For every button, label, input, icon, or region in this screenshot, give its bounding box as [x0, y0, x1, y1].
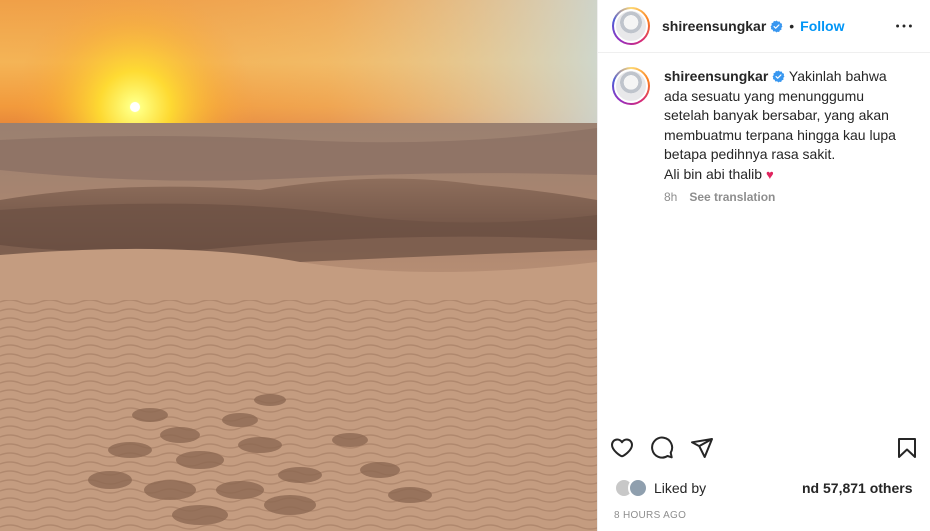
author-avatar[interactable] [612, 7, 650, 45]
post-header: shireensungkar • Follow [598, 0, 930, 53]
heart-icon[interactable] [610, 436, 634, 460]
action-bar [598, 430, 930, 466]
liker-avatar [628, 478, 648, 498]
red-heart-emoji: ♥ [765, 166, 774, 182]
post-photo[interactable] [0, 0, 597, 531]
liked-by-label: Liked by [654, 480, 707, 496]
author-username[interactable]: shireensungkar [662, 18, 766, 34]
caption-username[interactable]: shireensungkar [664, 68, 768, 84]
caption-meta: 8h See translation [664, 190, 909, 204]
more-options-button[interactable] [892, 14, 916, 38]
comment-icon[interactable] [650, 436, 674, 460]
follow-button[interactable]: Follow [800, 18, 844, 34]
caption-body: shireensungkar Yakinlah bahwa ada sesuat… [664, 67, 909, 184]
desert-sunset-image [0, 0, 597, 531]
separator-dot: • [789, 18, 795, 34]
likes-count[interactable]: nd 57,871 others [802, 480, 913, 496]
verified-icon [770, 20, 783, 32]
caption-avatar[interactable] [612, 67, 650, 105]
post-timestamp[interactable]: 8 HOURS AGO [614, 510, 686, 521]
see-translation-link[interactable]: See translation [689, 190, 775, 204]
liker-avatars[interactable] [614, 478, 648, 498]
share-icon[interactable] [690, 436, 714, 460]
verified-icon [772, 70, 785, 83]
caption-age[interactable]: 8h [664, 190, 677, 204]
caption-attribution: Ali bin abi thalib [664, 165, 763, 182]
more-icon [896, 24, 912, 28]
post-side-panel: shireensungkar • Follow shireensungkar Y… [597, 0, 930, 531]
likes-row: Liked by nd 57,871 others [614, 478, 914, 498]
save-icon[interactable] [895, 436, 919, 460]
caption: shireensungkar Yakinlah bahwa ada sesuat… [598, 53, 930, 204]
